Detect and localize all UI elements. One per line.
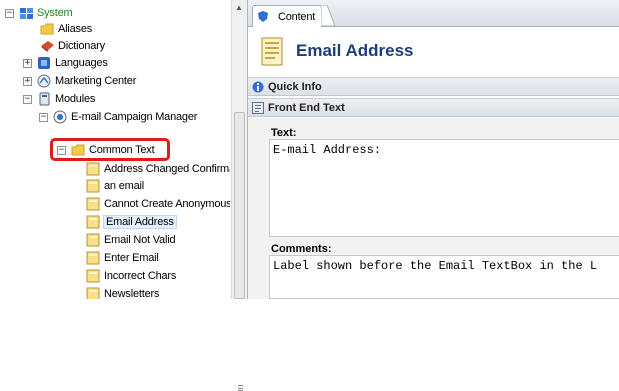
tree-node-item[interactable]: Email Not Valid [86, 231, 176, 249]
tree-node-common-text[interactable]: − Common Text [57, 141, 155, 159]
expand-icon[interactable]: + [23, 76, 32, 86]
folder-icon [71, 143, 86, 157]
tab-edge [321, 5, 335, 26]
collapse-icon[interactable]: − [57, 145, 66, 155]
tab-label: Content [278, 10, 316, 23]
language-icon [37, 56, 52, 70]
section-quick-info[interactable]: Quick Info [248, 77, 619, 96]
item-icon [86, 179, 101, 193]
tree-node-modules[interactable]: − Modules [23, 90, 95, 108]
content-editor: Content Email Address Quick Info Front E… [247, 0, 619, 299]
item-icon [86, 233, 101, 247]
collapse-icon[interactable]: − [23, 94, 32, 104]
item-icon [86, 197, 101, 211]
tree-node-marketing-center[interactable]: + Marketing Center [23, 72, 136, 90]
tree-node-label: Email Not Valid [104, 234, 176, 246]
content-tree: − System Aliases Dictionary + Languages … [0, 0, 230, 299]
info-icon [252, 81, 264, 93]
grip-icon [238, 385, 243, 391]
item-title: Email Address [296, 41, 414, 60]
modules-icon [37, 92, 52, 106]
tree-node-aliases[interactable]: Aliases [40, 20, 92, 38]
tree-node-label: Dictionary [58, 40, 105, 52]
tree-node-label: Marketing Center [55, 75, 137, 87]
tree-node-dictionary[interactable]: Dictionary [40, 37, 105, 55]
tree-node-email-campaign-manager[interactable]: − E-mail Campaign Manager [39, 108, 197, 126]
comments-field-label: Comments: [271, 243, 332, 255]
tab-content[interactable]: Content [252, 5, 322, 27]
marketing-icon [37, 74, 52, 88]
section-title: Front End Text [268, 101, 345, 114]
tree-node-label: Languages [55, 57, 108, 69]
scrollbar-thumb[interactable] [234, 112, 245, 391]
tree-node-label: Modules [55, 93, 96, 105]
tree-node-label: E-mail Campaign Manager [71, 111, 198, 123]
tree-node-item[interactable]: an email [86, 177, 144, 195]
tree-node-label: System [37, 7, 73, 19]
comments-field[interactable]: Label shown before the Email TextBox in … [269, 255, 619, 299]
campaign-icon [53, 110, 68, 124]
system-icon [19, 6, 34, 20]
tree-node-item[interactable]: Address Changed Confirma [86, 160, 230, 178]
item-icon [86, 215, 101, 229]
tree-scrollbar[interactable]: ▲ [231, 0, 247, 391]
scroll-up-arrow-icon[interactable]: ▲ [235, 3, 243, 12]
tab-strip: Content [248, 0, 619, 27]
tree-node-label: Email Address [103, 215, 177, 229]
tree-node-item[interactable]: Newsletters [86, 285, 159, 299]
item-icon [86, 251, 101, 265]
tree-node-languages[interactable]: + Languages [23, 54, 108, 72]
document-icon [259, 37, 285, 70]
tree-node-label: Cannot Create Anonymous [104, 198, 230, 210]
tree-node-item[interactable]: Incorrect Chars [86, 267, 176, 285]
dictionary-icon [40, 39, 55, 53]
folder-icon [40, 22, 55, 36]
tree-node-label: Newsletters [104, 288, 160, 299]
tree-node-item-selected[interactable]: Email Address [86, 213, 177, 231]
text-field[interactable]: E-mail Address: [269, 139, 619, 237]
tree-node-label: Common Text [89, 144, 155, 156]
section-title: Quick Info [268, 80, 322, 93]
tree-node-item[interactable]: Enter Email [86, 249, 159, 267]
tree-node-label: Enter Email [104, 252, 159, 264]
section-icon [252, 101, 264, 114]
section-front-end-text[interactable]: Front End Text [248, 98, 619, 117]
text-field-label: Text: [271, 127, 297, 139]
collapse-icon[interactable]: − [39, 112, 48, 122]
tree-node-label: an email [104, 180, 144, 192]
tree-node-label: Address Changed Confirma [104, 163, 230, 175]
tree-node-label: Aliases [58, 23, 93, 35]
collapse-icon[interactable]: − [5, 8, 14, 18]
fields-panel: Text: E-mail Address: Comments: Label sh… [248, 118, 619, 299]
item-icon [86, 162, 101, 176]
shield-icon [257, 10, 272, 24]
item-icon [86, 269, 101, 283]
tree-node-item[interactable]: Cannot Create Anonymous [86, 195, 230, 213]
item-icon [86, 287, 101, 299]
tree-node-label: Incorrect Chars [104, 270, 177, 282]
expand-icon[interactable]: + [23, 58, 32, 68]
